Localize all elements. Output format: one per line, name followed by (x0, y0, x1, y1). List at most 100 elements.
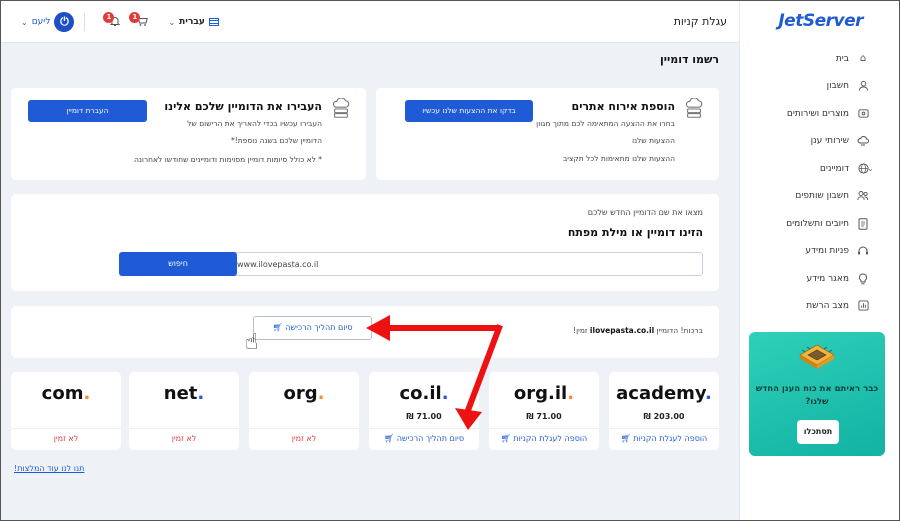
sidebar-item-home[interactable]: ⌂ בית (739, 45, 899, 73)
sidebar-item-knowledgebase[interactable]: מאגר מידע (739, 265, 899, 293)
search-label: מצאו את שם הדומיין החדש שלכם (587, 208, 703, 217)
sidebar-item-label: חשבון (826, 81, 849, 92)
tld-card-org: org. לא זמין (249, 372, 359, 450)
tld-card-org-il: org.il. 71.00 ₪ הוספה לעגלת הקניות 🛒︎ (489, 372, 599, 450)
sidebar-item-label: בית (835, 53, 849, 64)
sidebar-item-label: מצב הרשת (806, 301, 849, 312)
language-label: עברית (179, 17, 205, 27)
hosting-line1: ההצעות שלנו (632, 136, 675, 145)
cart-button[interactable]: 1 (129, 11, 149, 30)
chevron-down-icon[interactable]: ⌄ (867, 164, 874, 173)
sidebar-item-network-status[interactable]: מצב הרשת (739, 293, 899, 321)
promo-button[interactable]: תסתכלו (797, 420, 839, 444)
add-to-cart-button[interactable]: הוספה לעגלת הקניות 🛒︎ (489, 428, 599, 450)
cloud-icon (857, 135, 869, 147)
chevron-down-icon: ⌄ (168, 17, 176, 27)
hosting-subtitle: בחרו את ההצעה המתאימה לכם מתוך מגוון (536, 119, 675, 128)
server-icon (685, 98, 703, 118)
tld-price: 71.00 ₪ (406, 412, 442, 421)
israel-flag-icon (208, 18, 219, 26)
products-icon (857, 108, 869, 120)
availability-message: ברכות! הדומיין ilovepasta.co.il זמין! (573, 326, 703, 335)
promo-text: כבר ראיתם את כוח הענן החדש שלנו? (755, 384, 879, 407)
transfer-card: העבירו את הדומיין שלכם אלינו העבירו עכשי… (11, 88, 366, 180)
cart-icon: 🛒︎ (500, 434, 511, 443)
sidebar-nav: ⌂ בית חשבון מוצרים ושירותים שירותי ענן ד… (739, 45, 899, 320)
tld-card-net: net. לא זמין (129, 372, 239, 450)
sidebar-item-billing[interactable]: חיובים ותשלומים (739, 210, 899, 238)
domain-search-card: מצאו את שם הדומיין החדש שלכם הזינו דומיי… (11, 194, 719, 291)
tld-name: org.il. (513, 383, 575, 404)
notifications-badge: 1 (103, 11, 115, 23)
complete-purchase-button[interactable]: סיום תהליך הרכישה 🛒︎ (253, 316, 372, 340)
sidebar: JetServer ⌂ בית חשבון מוצרים ושירותים שי… (739, 1, 899, 520)
sidebar-item-partners[interactable]: חשבון שותפים (739, 183, 899, 211)
promo-card: כבר ראיתם את כוח הענן החדש שלנו? תסתכלו (749, 332, 885, 456)
sidebar-item-label: חשבון שותפים (795, 191, 849, 202)
server-icon (332, 98, 350, 118)
tld-name: academy. (616, 383, 712, 404)
search-button[interactable]: חיפוש (119, 252, 237, 276)
user-menu[interactable]: ⌄ ליעם ⏻ (21, 12, 75, 32)
tld-card-co-il: co.il. 71.00 ₪ סיום תהליך הרכישה 🛒︎ (369, 372, 479, 450)
jetserver-logo[interactable]: JetServer (778, 11, 863, 31)
transfer-line2: * לא כולל סיומות דומיין מסוימות ודומייני… (133, 155, 322, 164)
sidebar-item-label: פניות ומידע (805, 246, 849, 257)
user-icon (857, 80, 869, 92)
domain-search-input[interactable] (228, 252, 703, 276)
add-to-cart-button[interactable]: הוספה לעגלת הקניות 🛒︎ (609, 428, 719, 450)
availability-prefix: ברכות! הדומיין (656, 326, 703, 335)
tld-name: net. (163, 383, 205, 404)
page-title: רשמו דומיין (660, 53, 719, 66)
hosting-card: הוספת אירוח אתרים בחרו את ההצעה המתאימה … (376, 88, 719, 180)
app-window: JetServer ⌂ בית חשבון מוצרים ושירותים שי… (0, 0, 900, 521)
transfer-domain-button[interactable]: העברת דומיין (28, 100, 147, 122)
tld-name: org. (283, 383, 325, 404)
sidebar-item-account[interactable]: חשבון (739, 73, 899, 101)
search-title: הזינו דומיין או מילת מפתח (567, 226, 703, 239)
view-offers-button[interactable]: בדקו את ההצעות שלנו עכשיו (405, 100, 533, 122)
notifications-button[interactable]: 1 (103, 11, 121, 30)
more-suggestions-link[interactable]: תנו לנו עוד המלצות! (14, 464, 84, 473)
lightbulb-icon (857, 273, 869, 285)
transfer-title: העבירו את הדומיין שלכם אלינו (164, 100, 322, 113)
sidebar-item-cloud[interactable]: שירותי ענן (739, 128, 899, 156)
sidebar-item-label: שירותי ענן (810, 136, 849, 147)
headset-icon (857, 245, 869, 257)
tld-card-com: com. לא זמין (11, 372, 121, 450)
unavailable-label: לא זמין (11, 428, 121, 450)
network-status-icon (857, 300, 869, 312)
main-content: רשמו דומיין הוספת אירוח אתרים בחרו את הה… (1, 43, 739, 520)
user-name: ליעם (31, 17, 51, 27)
hosting-line2: ההצעות שלנו מתאימות לכל תקציב (562, 154, 675, 163)
sidebar-item-support[interactable]: פניות ומידע (739, 238, 899, 266)
divider (84, 13, 86, 31)
availability-suffix: זמין! (573, 326, 588, 335)
power-icon[interactable]: ⏻ (54, 12, 75, 32)
tld-name: co.il. (399, 383, 449, 404)
transfer-line1: הדומיין שלכם בשנה נוספת!* (230, 136, 322, 145)
cpu-chip-icon (799, 344, 835, 369)
sidebar-item-domains[interactable]: דומיינים ⌄ (739, 155, 899, 183)
hand-cursor-icon: ☝︎ (245, 330, 259, 355)
partners-icon (857, 190, 869, 202)
unavailable-label: לא זמין (129, 428, 239, 450)
top-bar: עגלת קניות ⌄ ליעם ⏻ 1 1 ⌄ עברית (1, 1, 739, 43)
cart-icon: 🛒︎ (620, 434, 631, 443)
sidebar-item-products[interactable]: מוצרים ושירותים (739, 100, 899, 128)
sidebar-item-label: דומיינים (819, 163, 849, 174)
language-select[interactable]: ⌄ עברית (168, 17, 219, 27)
cart-icon: 🛒︎ (272, 323, 283, 332)
complete-purchase-link[interactable]: סיום תהליך הרכישה 🛒︎ (369, 428, 479, 450)
billing-icon (857, 218, 869, 230)
tld-price: 203.00 ₪ (643, 412, 685, 421)
sidebar-item-label: מאגר מידע (806, 273, 849, 284)
complete-purchase-label: סיום תהליך הרכישה (285, 323, 353, 332)
transfer-subtitle: העבירו עכשיו בכדי להאריך את הרישום של (187, 119, 322, 128)
sidebar-item-label: חיובים ותשלומים (786, 218, 849, 229)
cart-icon: 🛒︎ (383, 434, 395, 443)
cart-badge: 1 (129, 11, 141, 23)
search-result-card: ברכות! הדומיין ilovepasta.co.il זמין! סי… (11, 306, 719, 358)
home-icon: ⌂ (859, 52, 867, 64)
hosting-title: הוספת אירוח אתרים (571, 100, 675, 113)
